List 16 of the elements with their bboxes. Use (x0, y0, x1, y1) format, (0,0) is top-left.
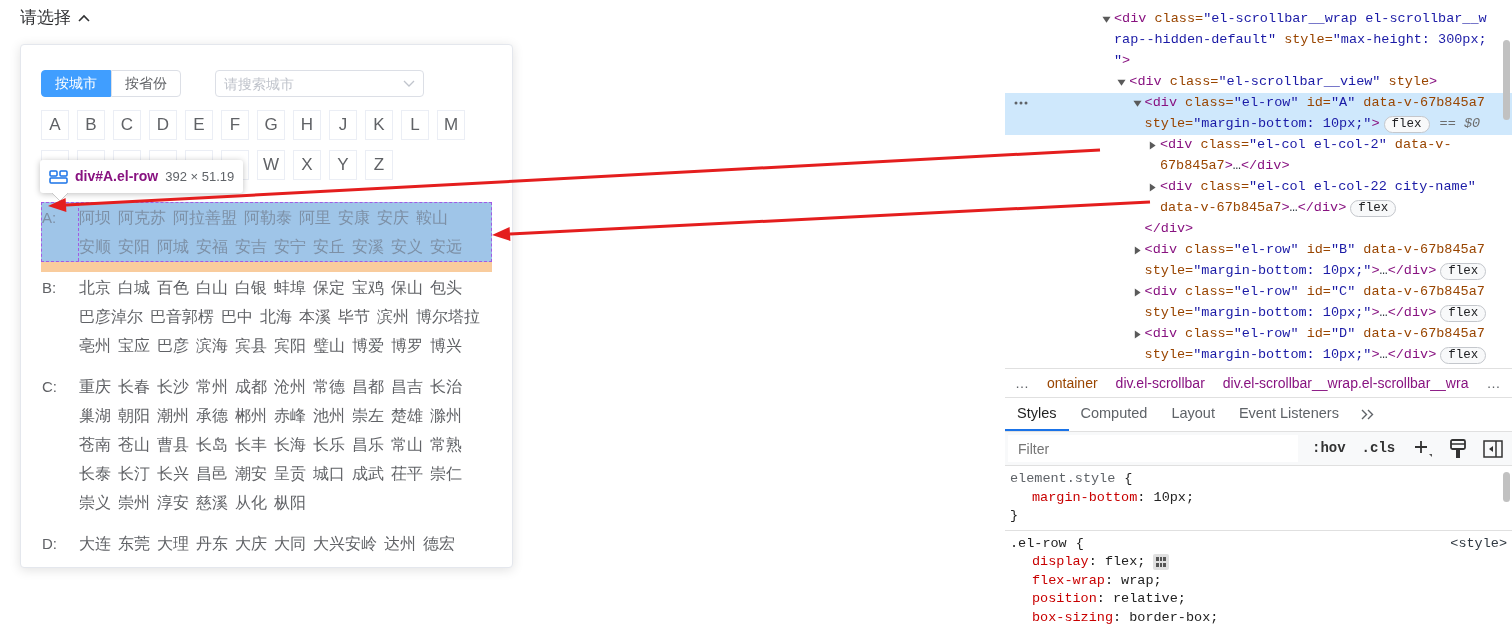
select-label: 请选择 (20, 7, 71, 29)
rule-brace: } (1010, 507, 1020, 525)
rule-selector: .el-row { (1010, 534, 1084, 553)
rule-selector: element.style { (1010, 470, 1133, 488)
css-declaration: position: relative; (1032, 590, 1186, 608)
element-size: 392 × 51.19 (165, 167, 235, 186)
letter-label: A: (42, 209, 57, 226)
css-declaration: display: flex; (1032, 553, 1146, 571)
letter-label: B: (42, 279, 57, 296)
letter-label: D: (42, 535, 57, 552)
css-declaration: margin-bottom: 10px; (1032, 488, 1195, 507)
css-declaration: box-sizing: border-box; (1032, 608, 1219, 627)
element-selector: div#A.el-row (75, 167, 159, 186)
css-declaration: flex-wrap: wrap; (1032, 571, 1162, 590)
console-reference: == $0 (1439, 115, 1481, 134)
letter-label: C: (42, 378, 57, 395)
